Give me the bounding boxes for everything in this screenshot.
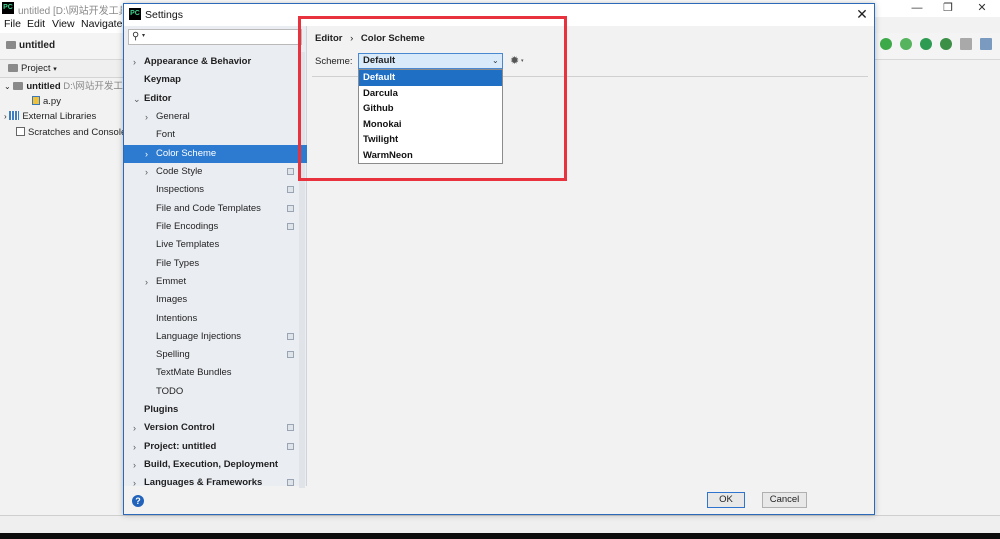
tree-item-color-scheme[interactable]: › Color Scheme [124,145,307,163]
close-window-button[interactable]: ✕ [968,1,996,15]
tree-item-keymap[interactable]: Keymap [124,71,306,89]
tree-item-plugins[interactable]: Plugins [124,401,306,419]
run-coverage-icon[interactable] [900,38,912,50]
search-everywhere-icon[interactable] [980,38,992,50]
folder-icon [13,82,24,90]
stop-icon[interactable] [960,38,972,50]
dialog-title: Settings [145,9,183,21]
pycharm-logo-icon: PC [129,8,141,20]
project-tree-root[interactable]: ⌄ untitled D:\网站开发工 [0,79,123,94]
tree-item-images[interactable]: Images [124,291,306,309]
tree-item-project-untitled[interactable]: › Project: untitled [124,438,306,456]
tree-item-file-encodings[interactable]: File Encodings [124,218,306,236]
tree-item-file-code-templates[interactable]: File and Code Templates [124,200,306,218]
taskbar-strip [0,533,1000,539]
tree-item-inspections[interactable]: Inspections [124,181,306,199]
project-level-icon [287,424,294,431]
profile-icon[interactable] [920,38,932,50]
menu-edit[interactable]: Edit [27,18,45,30]
navigation-bar-project[interactable]: untitled [6,40,55,51]
project-level-icon [287,168,294,175]
menu-navigate[interactable]: Navigate [81,18,122,30]
library-icon [9,111,20,120]
menu-file[interactable]: File [4,18,21,30]
editor-area [876,60,1000,515]
menu-view[interactable]: View [52,18,75,30]
tree-item-live-templates[interactable]: Live Templates [124,236,306,254]
folder-icon [6,41,16,49]
project-level-icon [287,223,294,230]
tree-item-general[interactable]: › General [124,108,306,126]
restore-button[interactable]: ❐ [934,1,962,15]
run-toolbar [878,38,1000,54]
debug-icon[interactable] [880,38,892,50]
project-level-icon [287,333,294,340]
tree-item-font[interactable]: Font [124,126,306,144]
tree-item-emmet[interactable]: › Emmet [124,273,306,291]
pycharm-logo-icon: PC [2,2,14,14]
scratches-icon [16,127,25,136]
python-file-icon [32,96,40,105]
project-level-icon [287,479,294,486]
help-button[interactable]: ? [132,495,144,507]
annotation-highlight-box [298,16,567,181]
chevron-down-icon: ▾ [142,33,146,39]
search-icon: ⚲ [132,31,140,42]
tree-item-build-execution-deployment[interactable]: › Build, Execution, Deployment [124,456,306,474]
tree-item-spelling[interactable]: Spelling [124,346,306,364]
dialog-close-button[interactable]: ✕ [854,6,870,22]
tree-item-editor[interactable]: ⌄ Editor [124,90,306,108]
project-level-icon [287,351,294,358]
project-view-selector[interactable]: Project ▾ [8,63,57,74]
ok-button[interactable]: OK [707,492,745,508]
project-tree-scratches[interactable]: Scratches and Consoles [0,125,139,140]
tree-item-languages-frameworks[interactable]: › Languages & Frameworks [124,474,306,492]
project-level-icon [287,443,294,450]
minimize-button[interactable]: — [903,1,931,15]
tree-item-textmate-bundles[interactable]: TextMate Bundles [124,364,306,382]
settings-search-input[interactable]: ⚲ ▾ [128,29,302,45]
project-icon [8,64,18,72]
cancel-button[interactable]: Cancel [762,492,807,508]
ide-window-title: untitled [D:\网站开发工具\ [18,6,122,17]
project-tree-libraries[interactable]: › External Libraries [0,109,123,124]
status-bar [0,515,1000,534]
settings-sidebar: ⚲ ▾ › Appearance & Behavior Keymap ⌄ Edi… [124,26,307,488]
tree-item-code-style[interactable]: › Code Style [124,163,306,181]
tree-item-intentions[interactable]: Intentions [124,310,306,328]
tree-item-version-control[interactable]: › Version Control [124,419,306,437]
tree-item-language-injections[interactable]: Language Injections [124,328,306,346]
project-level-icon [287,205,294,212]
tree-item-todo[interactable]: TODO [124,383,306,401]
tree-item-file-types[interactable]: File Types [124,255,306,273]
tree-item-appearance-behavior[interactable]: › Appearance & Behavior [124,53,306,71]
concurrency-icon[interactable] [940,38,952,50]
project-level-icon [287,186,294,193]
